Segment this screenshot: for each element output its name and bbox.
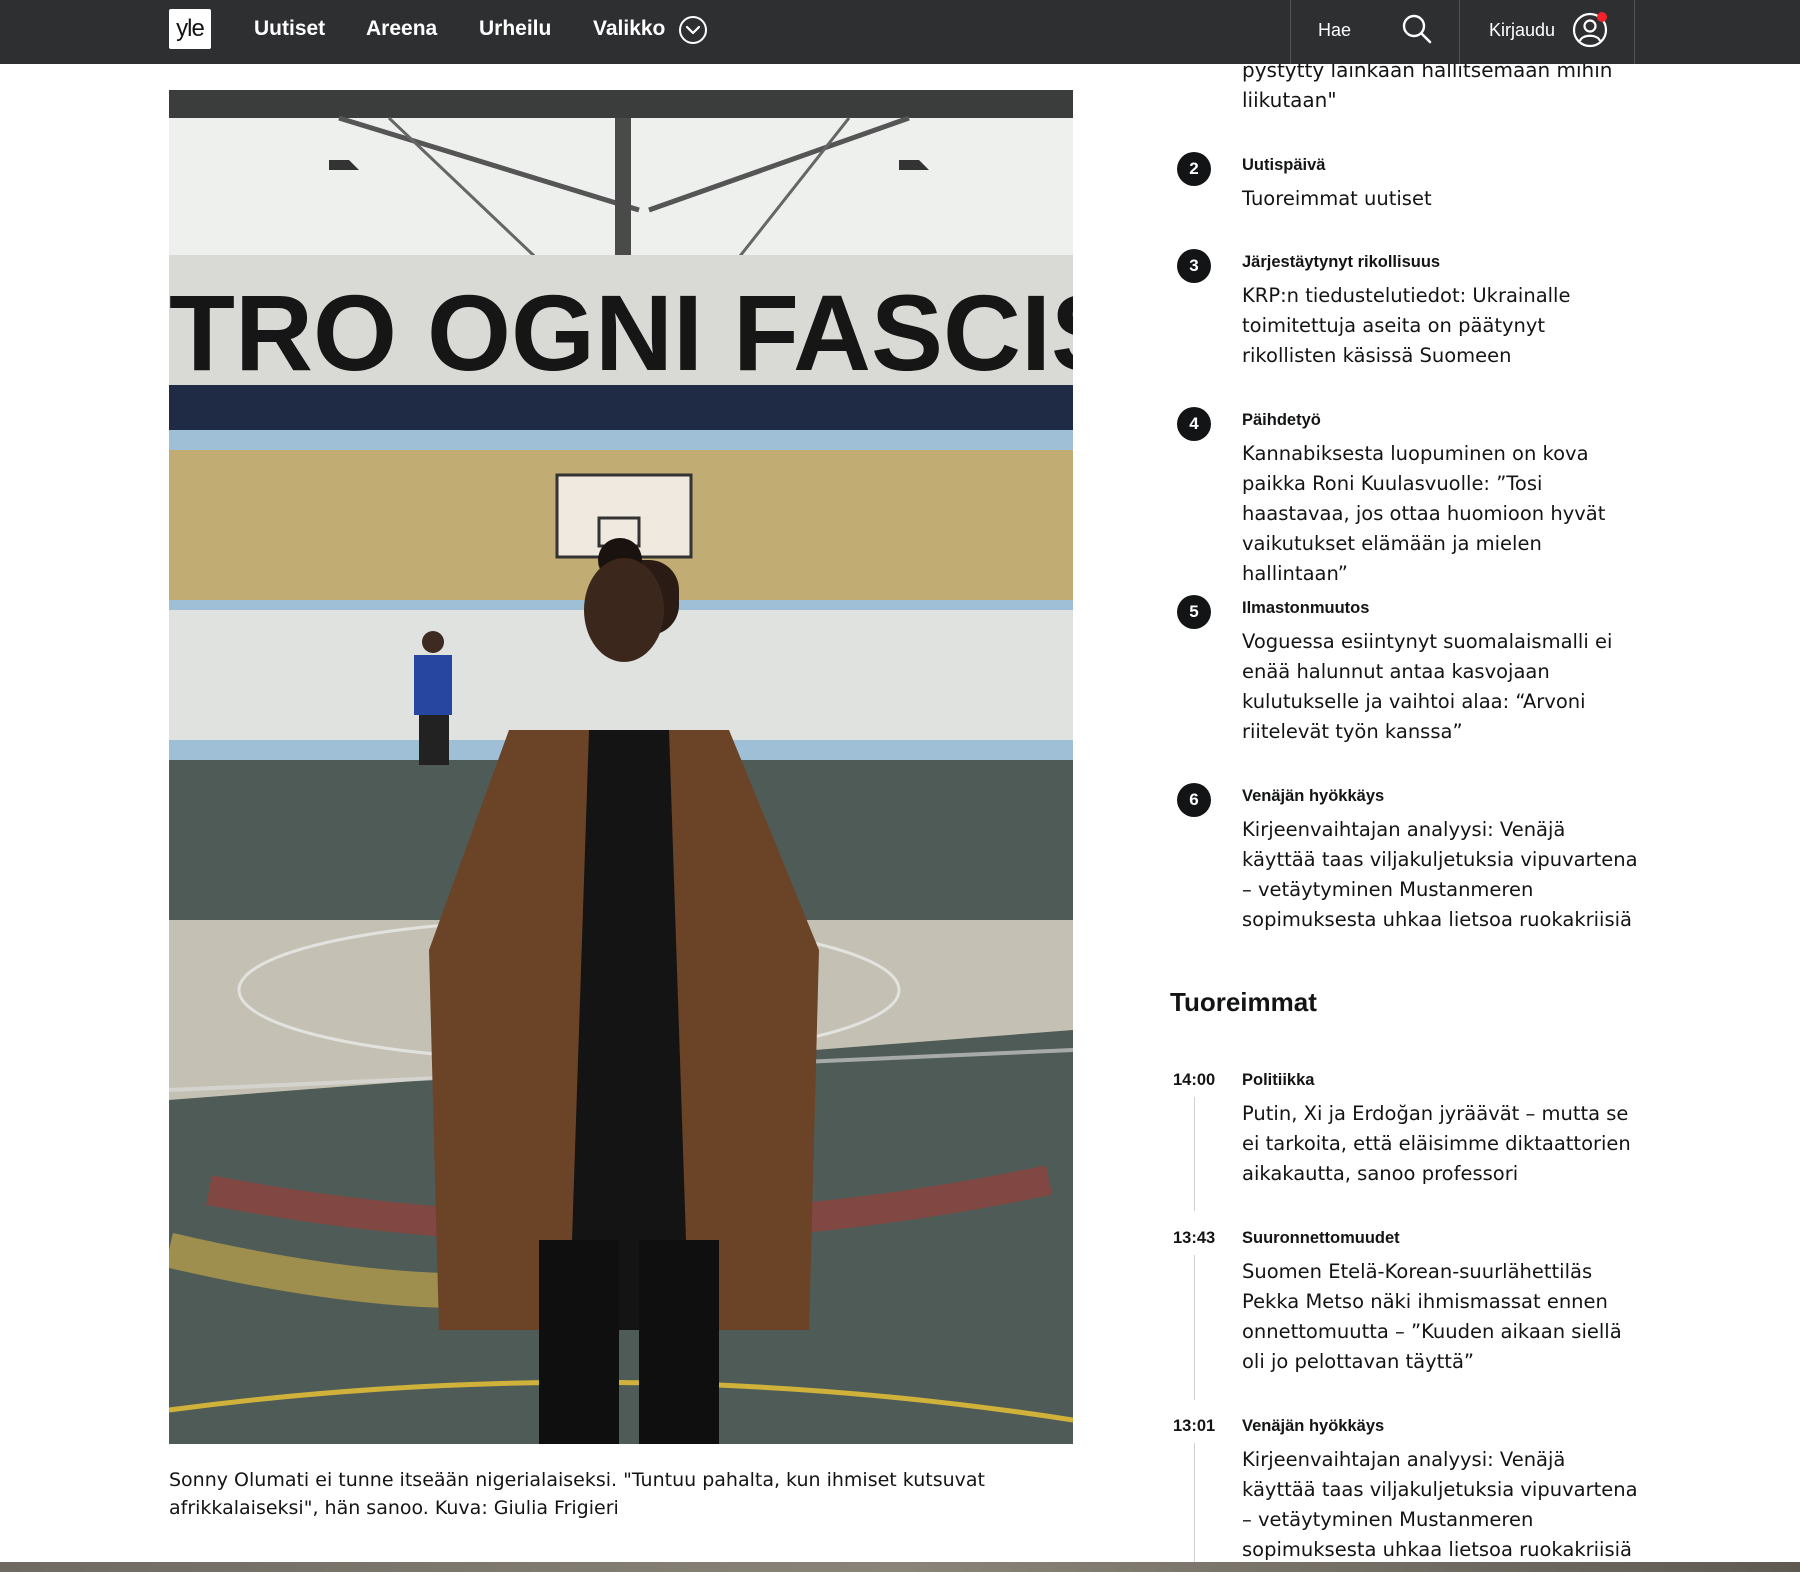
news-time: 13:43 (1173, 1229, 1216, 1247)
article-category: Venäjän hyökkäys (1242, 1417, 1385, 1435)
notification-dot (1597, 12, 1607, 22)
graffiti-text: TRO OGNI FASCISM (169, 272, 1073, 393)
rank-badge: 6 (1177, 783, 1211, 817)
next-image-edge (0, 1562, 1800, 1572)
login-button[interactable]: Kirjaudu (1489, 0, 1555, 58)
article-headline[interactable]: Putin, Xi ja Erdoğan jyräävät – mutta se… (1242, 1099, 1642, 1189)
nav-valikko[interactable]: Valikko (593, 0, 665, 58)
rank-badge: 5 (1177, 595, 1211, 629)
timeline-line (1194, 1443, 1195, 1563)
article-category: Politiikka (1242, 1071, 1315, 1089)
photo-caption: Sonny Olumati ei tunne itseään nigeriala… (169, 1469, 985, 1519)
rank-badge: 4 (1177, 407, 1211, 441)
article-category: Ilmastonmuutos (1242, 599, 1370, 617)
yle-logo[interactable]: yle (169, 9, 211, 49)
news-time: 14:00 (1173, 1071, 1216, 1089)
timeline-line (1194, 1097, 1195, 1211)
rank-badge: 2 (1177, 152, 1211, 186)
latest-section-title: Tuoreimmat (1170, 987, 1317, 1017)
news-time: 13:01 (1173, 1417, 1216, 1435)
article-headline[interactable]: Kannabiksesta luopuminen on kova paikka … (1242, 439, 1642, 589)
article-category: Uutispäivä (1242, 156, 1326, 174)
rank-badge: 3 (1177, 249, 1211, 283)
nav-uutiset[interactable]: Uutiset (254, 0, 325, 58)
header-divider (1634, 0, 1635, 64)
top-navigation-bar: yle Uutiset Areena Urheilu Valikko Hae K… (0, 0, 1800, 64)
header-divider (1459, 0, 1460, 64)
article-headline[interactable]: Tuoreimmat uutiset (1242, 184, 1642, 214)
article-category: Suuronnettomuudet (1242, 1229, 1400, 1247)
nav-urheilu[interactable]: Urheilu (479, 0, 551, 58)
article-headline[interactable]: KRP:n tiedustelutiedot: Ukrainalle toimi… (1242, 281, 1642, 371)
article-headline[interactable]: Kirjeenvaihtajan analyysi: Venäjä käyttä… (1242, 1445, 1642, 1565)
article-category: Päihdetyö (1242, 411, 1321, 429)
nav-areena[interactable]: Areena (366, 0, 437, 58)
article-headline[interactable]: Suomen Etelä-Korean-suurlähettiläs Pekka… (1242, 1257, 1642, 1377)
timeline-line (1194, 1255, 1195, 1400)
article-category: Järjestäytynyt rikollisuus (1242, 253, 1441, 271)
article-headline[interactable]: Kirjeenvaihtajan analyysi: Venäjä käyttä… (1242, 815, 1642, 935)
article-category: Venäjän hyökkäys (1242, 787, 1385, 805)
article-photo: TRO OGNI FASCISM (169, 90, 1073, 1444)
search-icon[interactable] (1400, 12, 1434, 46)
chevron-down-circle-icon[interactable] (678, 15, 708, 45)
search-label[interactable]: Hae (1318, 0, 1351, 58)
header-divider (1290, 0, 1291, 64)
article-headline[interactable]: Voguessa esiintynyt suomalaismalli ei en… (1242, 627, 1642, 747)
most-read-headline-cut[interactable]: pystytty lainkaan hallitsemaan mihin lii… (1242, 55, 1642, 115)
